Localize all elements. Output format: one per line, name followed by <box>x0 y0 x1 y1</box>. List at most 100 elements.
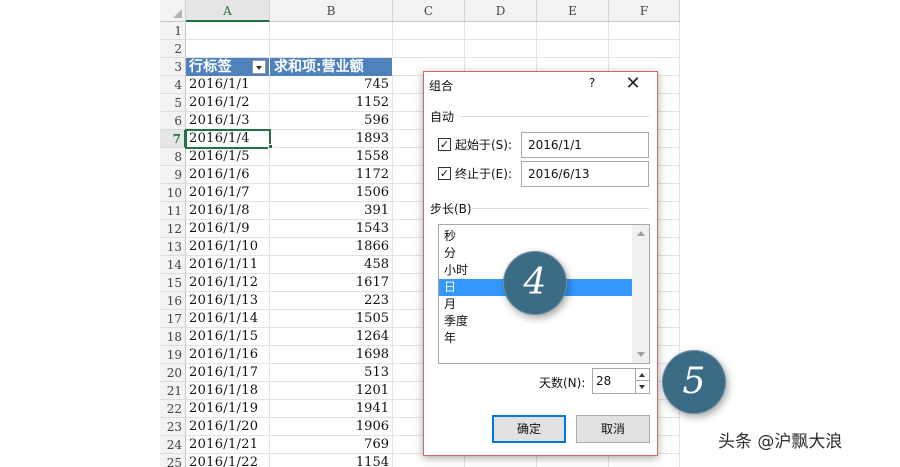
cell-a[interactable]: 2016/1/12 <box>186 274 270 292</box>
cell-a[interactable]: 2016/1/6 <box>186 166 270 184</box>
end-at-input[interactable]: 2016/6/13 <box>521 161 649 187</box>
empty-cell[interactable] <box>465 22 537 40</box>
cell-b[interactable]: 1698 <box>270 346 393 364</box>
stepper-down-icon[interactable] <box>636 381 649 393</box>
scroll-up-icon[interactable] <box>637 231 645 236</box>
row-header[interactable]: 19 <box>160 346 186 364</box>
cell-b[interactable]: 1617 <box>270 274 393 292</box>
empty-cell[interactable] <box>537 40 609 58</box>
cell-a[interactable]: 2016/1/15 <box>186 328 270 346</box>
cell-a[interactable]: 2016/1/9 <box>186 220 270 238</box>
row-header[interactable]: 22 <box>160 400 186 418</box>
row-header[interactable]: 12 <box>160 220 186 238</box>
cell-a[interactable]: 2016/1/2 <box>186 94 270 112</box>
step-option[interactable]: 季度 <box>439 313 633 330</box>
row-header[interactable]: 23 <box>160 418 186 436</box>
cell-b[interactable]: 1866 <box>270 238 393 256</box>
cell-b[interactable]: 745 <box>270 76 393 94</box>
fill-handle[interactable] <box>268 144 273 149</box>
listbox-scrollbar[interactable] <box>632 225 649 363</box>
cell-a[interactable]: 2016/1/18 <box>186 382 270 400</box>
scroll-down-icon[interactable] <box>637 352 645 357</box>
row-header[interactable]: 3 <box>160 58 186 76</box>
cell-b[interactable]: 513 <box>270 364 393 382</box>
checkbox-check-icon[interactable]: ✓ <box>438 167 451 180</box>
column-header-a[interactable]: A <box>186 0 270 22</box>
cancel-button[interactable]: 取消 <box>576 415 650 443</box>
days-input[interactable]: 28 <box>592 368 636 394</box>
cell-a[interactable] <box>186 22 270 40</box>
row-header[interactable]: 13 <box>160 238 186 256</box>
cell-b[interactable]: 1154 <box>270 454 393 467</box>
row-header[interactable]: 1 <box>160 22 186 40</box>
row-header[interactable]: 25 <box>160 454 186 467</box>
ok-button[interactable]: 确定 <box>492 415 566 443</box>
column-header-f[interactable]: F <box>609 0 680 22</box>
cell-b[interactable]: 458 <box>270 256 393 274</box>
cell-a[interactable]: 2016/1/20 <box>186 418 270 436</box>
row-header[interactable]: 20 <box>160 364 186 382</box>
cell-a[interactable]: 2016/1/8 <box>186 202 270 220</box>
cell-b[interactable]: 1906 <box>270 418 393 436</box>
cell-b[interactable]: 1264 <box>270 328 393 346</box>
cell-a[interactable]: 2016/1/17 <box>186 364 270 382</box>
start-at-input[interactable]: 2016/1/1 <box>521 132 649 158</box>
cell-a[interactable]: 2016/1/1 <box>186 76 270 94</box>
row-header[interactable]: 16 <box>160 292 186 310</box>
cell-a[interactable]: 2016/1/19 <box>186 400 270 418</box>
cell-b[interactable]: 1941 <box>270 400 393 418</box>
cell-a[interactable]: 2016/1/11 <box>186 256 270 274</box>
row-header[interactable]: 17 <box>160 310 186 328</box>
row-header[interactable]: 11 <box>160 202 186 220</box>
row-header[interactable]: 15 <box>160 274 186 292</box>
empty-cell[interactable] <box>609 40 680 58</box>
step-option[interactable]: 年 <box>439 330 633 347</box>
select-all-corner[interactable] <box>160 0 186 22</box>
empty-cell[interactable] <box>465 40 537 58</box>
cell-a[interactable]: 2016/1/10 <box>186 238 270 256</box>
cell-b[interactable]: 1558 <box>270 148 393 166</box>
stepper-up-icon[interactable] <box>636 369 649 381</box>
step-option[interactable]: 秒 <box>439 228 633 245</box>
cell-b[interactable]: 1152 <box>270 94 393 112</box>
cell-b[interactable]: 769 <box>270 436 393 454</box>
cell-b[interactable]: 1893 <box>270 130 393 148</box>
cell-b[interactable]: 1543 <box>270 220 393 238</box>
cell-a[interactable] <box>186 40 270 58</box>
active-cell[interactable]: 2016/1/4 <box>185 129 271 149</box>
sum-header[interactable]: 求和项:营业额 <box>270 58 393 76</box>
cell-b[interactable]: 223 <box>270 292 393 310</box>
cell-b[interactable] <box>270 40 393 58</box>
empty-cell[interactable] <box>393 22 465 40</box>
column-header-b[interactable]: B <box>270 0 393 22</box>
cell-a[interactable]: 2016/1/14 <box>186 310 270 328</box>
cell-a[interactable]: 2016/1/5 <box>186 148 270 166</box>
help-button[interactable]: ? <box>584 74 600 92</box>
empty-cell[interactable] <box>537 22 609 40</box>
row-header[interactable]: 9 <box>160 166 186 184</box>
cell-b[interactable] <box>270 22 393 40</box>
row-header[interactable]: 21 <box>160 382 186 400</box>
cell-a[interactable]: 2016/1/3 <box>186 112 270 130</box>
cell-b[interactable]: 1505 <box>270 310 393 328</box>
empty-cell[interactable] <box>609 22 680 40</box>
row-header[interactable]: 2 <box>160 40 186 58</box>
checkbox-check-icon[interactable]: ✓ <box>438 138 451 151</box>
cell-b[interactable]: 1506 <box>270 184 393 202</box>
row-header[interactable]: 8 <box>160 148 186 166</box>
cell-a[interactable]: 2016/1/13 <box>186 292 270 310</box>
column-header-d[interactable]: D <box>465 0 537 22</box>
cell-b[interactable]: 1172 <box>270 166 393 184</box>
empty-cell[interactable] <box>393 40 465 58</box>
filter-dropdown-icon[interactable] <box>252 60 266 74</box>
column-header-e[interactable]: E <box>537 0 609 22</box>
row-header[interactable]: 18 <box>160 328 186 346</box>
cell-b[interactable]: 391 <box>270 202 393 220</box>
days-stepper[interactable] <box>636 368 650 394</box>
cell-b[interactable]: 1201 <box>270 382 393 400</box>
column-header-c[interactable]: C <box>393 0 465 22</box>
row-header[interactable]: 24 <box>160 436 186 454</box>
cell-a[interactable]: 2016/1/16 <box>186 346 270 364</box>
cell-b[interactable]: 596 <box>270 112 393 130</box>
row-header[interactable]: 5 <box>160 94 186 112</box>
